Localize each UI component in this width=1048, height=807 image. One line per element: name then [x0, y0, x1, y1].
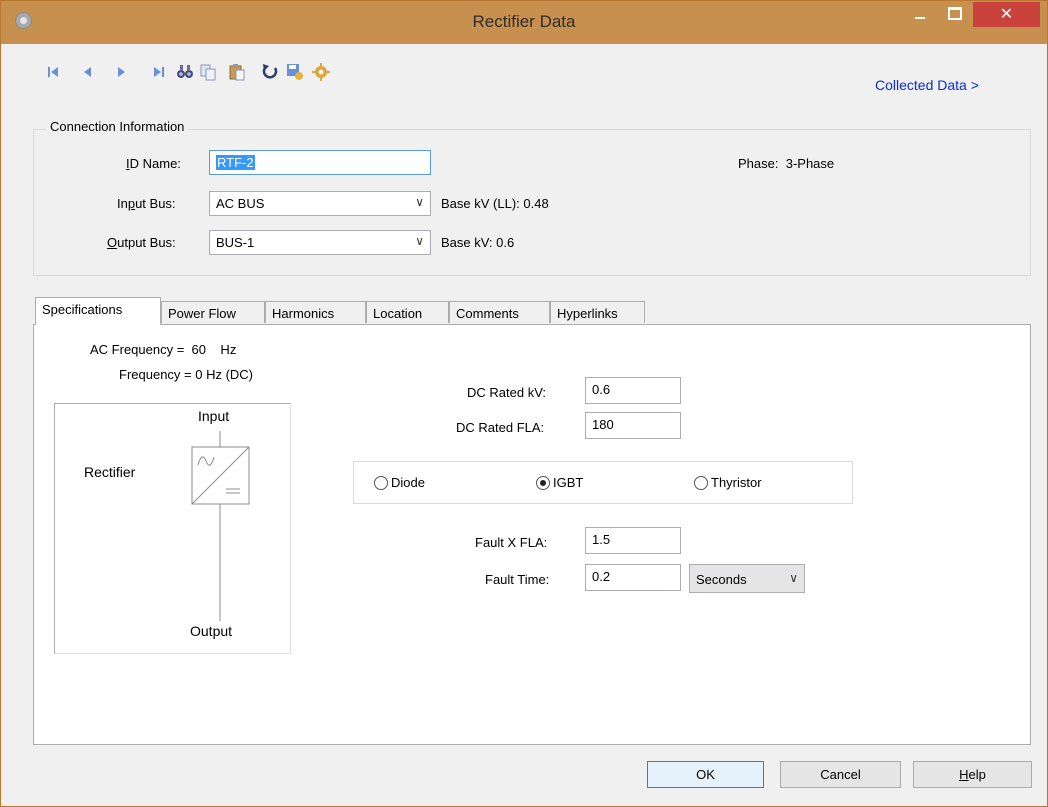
dc-rated-kv-input[interactable]: 0.6 — [585, 377, 681, 404]
diagram-input-label: Input — [198, 408, 230, 424]
dc-rated-kv-label: DC Rated kV: — [467, 385, 546, 400]
tab-power-flow[interactable]: Power Flow — [161, 301, 265, 323]
minimize-button[interactable] — [905, 1, 935, 25]
diode-label[interactable]: Diode — [391, 475, 425, 490]
close-button[interactable]: ✕ — [973, 2, 1040, 27]
igbt-label[interactable]: IGBT — [553, 475, 583, 490]
fault-time-unit-select[interactable]: Seconds ∨ — [689, 564, 805, 593]
cancel-button[interactable]: Cancel — [780, 761, 901, 788]
diagram-rectifier-label: Rectifier — [84, 464, 136, 480]
thyristor-radio[interactable] — [694, 476, 708, 490]
tab-hyperlinks[interactable]: Hyperlinks — [550, 301, 645, 323]
find-icon[interactable] — [175, 62, 195, 82]
settings-icon[interactable] — [311, 62, 331, 82]
fault-time-unit-value: Seconds — [696, 572, 747, 587]
switch-type-radio-group — [353, 461, 853, 504]
rectifier-data-dialog: Rectifier Data ✕ Collected Data > Connec… — [0, 0, 1048, 807]
output-bus-value: BUS-1 — [216, 235, 255, 250]
fault-x-fla-input[interactable]: 1.5 — [585, 527, 681, 554]
maximize-button[interactable] — [939, 1, 969, 25]
frequency: Frequency = 0 Hz (DC) — [119, 367, 254, 382]
last-record-icon[interactable] — [149, 62, 169, 82]
id-name-label: ID Name: — [126, 156, 181, 171]
tab-harmonics[interactable]: Harmonics — [265, 301, 366, 323]
ac-frequency: AC Frequency = 60 Hz — [90, 342, 237, 357]
output-bus-select[interactable]: BUS-1 ∨ — [209, 230, 431, 255]
collected-data-link[interactable]: Collected Data > — [875, 77, 979, 93]
next-record-icon[interactable] — [111, 62, 131, 82]
tab-specifications[interactable]: Specifications — [35, 297, 161, 325]
diagram-output-label: Output — [190, 623, 233, 639]
dc-rated-fla-label: DC Rated FLA: — [456, 420, 545, 435]
output-base-kv: Base kV: 0.6 — [441, 235, 515, 250]
undo-icon[interactable] — [260, 62, 280, 82]
chevron-down-icon: ∨ — [415, 234, 424, 248]
paste-icon[interactable] — [227, 62, 247, 82]
id-name-input[interactable]: RTF-2 — [209, 150, 431, 175]
phase-label: Phase: 3-Phase — [738, 156, 835, 171]
input-base-kv: Base kV (LL): 0.48 — [441, 196, 549, 211]
chevron-down-icon: ∨ — [415, 195, 424, 209]
thyristor-label[interactable]: Thyristor — [711, 475, 762, 490]
window-title: Rectifier Data — [472, 12, 576, 31]
input-bus-label: Input Bus: — [117, 196, 176, 211]
diode-radio[interactable] — [374, 476, 388, 490]
chevron-down-icon: ∨ — [789, 571, 798, 585]
fault-time-input[interactable]: 0.2 — [585, 564, 681, 591]
igbt-radio[interactable] — [536, 476, 550, 490]
dc-rated-fla-input[interactable]: 180 — [585, 412, 681, 439]
ok-button[interactable]: OK — [647, 761, 764, 788]
tab-location[interactable]: Location — [366, 301, 449, 323]
rectifier-symbol-icon — [191, 431, 250, 621]
previous-record-icon[interactable] — [78, 62, 98, 82]
phase-value: 3-Phase — [785, 156, 835, 171]
output-bus-label: Output Bus: — [107, 235, 176, 250]
first-record-icon[interactable] — [43, 62, 63, 82]
copy-icon[interactable] — [198, 62, 218, 82]
input-bus-value: AC BUS — [216, 196, 265, 211]
tab-comments[interactable]: Comments — [449, 301, 550, 323]
fault-x-fla-label: Fault X FLA: — [475, 535, 548, 550]
save-library-icon[interactable] — [285, 62, 305, 82]
connection-information-title: Connection Information — [46, 119, 189, 134]
id-name-value: RTF-2 — [216, 155, 255, 170]
title-bar[interactable]: Rectifier Data ✕ — [1, 1, 1047, 44]
fault-time-label: Fault Time: — [485, 572, 550, 587]
close-icon: ✕ — [999, 4, 1014, 23]
help-button[interactable]: Help — [913, 761, 1032, 788]
input-bus-select[interactable]: AC BUS ∨ — [209, 191, 431, 216]
